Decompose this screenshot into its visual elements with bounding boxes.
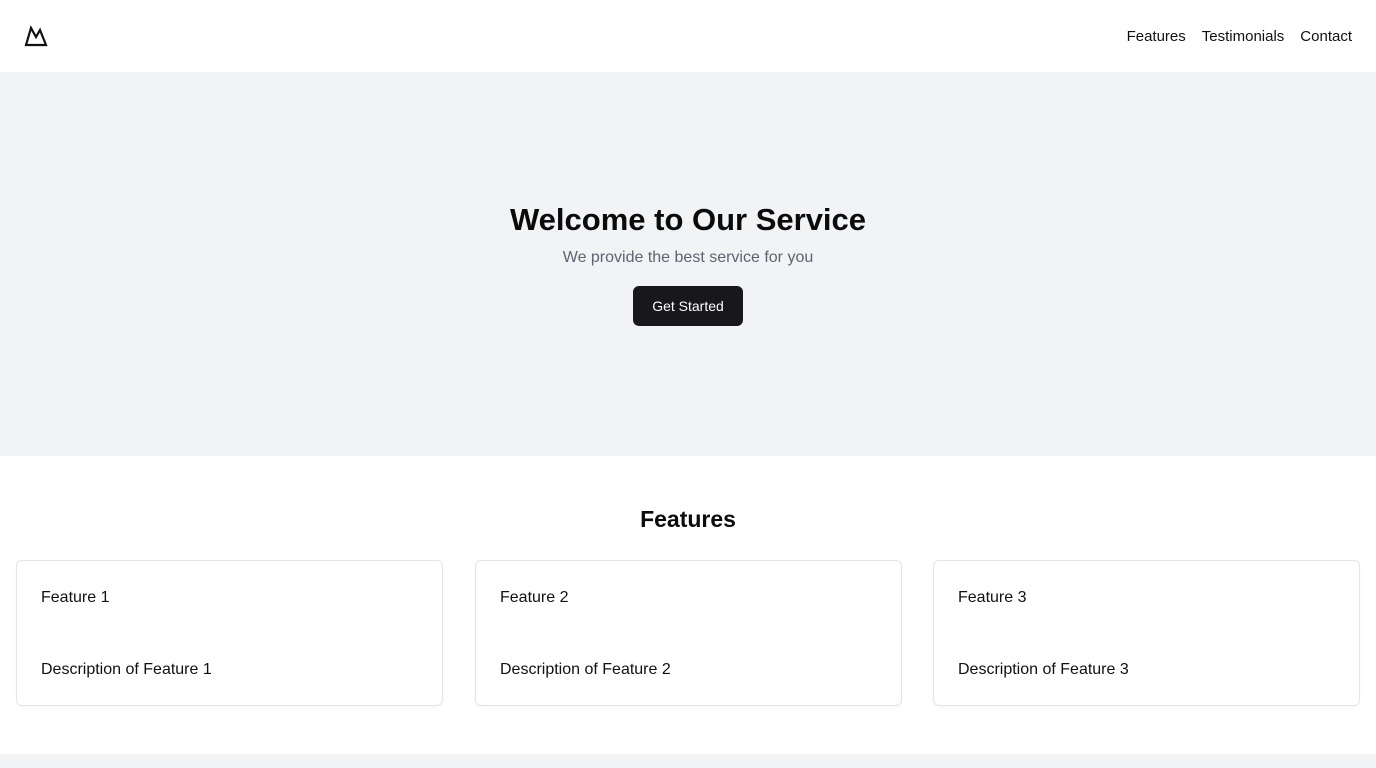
feature-card-description: Description of Feature 3: [958, 661, 1129, 678]
feature-card-description: Description of Feature 2: [500, 661, 671, 678]
nav-link-features[interactable]: Features: [1127, 27, 1186, 47]
feature-card-1: Feature 1 Description of Feature 1: [16, 560, 443, 706]
feature-card-title: Feature 3: [958, 589, 1027, 606]
feature-card-description: Description of Feature 1: [41, 661, 212, 678]
feature-card-title: Feature 2: [500, 589, 569, 606]
nav-link-contact[interactable]: Contact: [1300, 27, 1352, 47]
get-started-button[interactable]: Get Started: [633, 286, 743, 326]
site-header: Features Testimonials Contact: [0, 0, 1376, 72]
hero-section: Welcome to Our Service We provide the be…: [0, 72, 1376, 456]
mountain-logo-icon: [24, 25, 48, 47]
main-nav: Features Testimonials Contact: [1127, 27, 1352, 47]
hero-title: Welcome to Our Service: [509, 202, 867, 237]
feature-card-title: Feature 1: [41, 589, 110, 606]
features-title: Features: [640, 506, 736, 532]
footer-band: [0, 754, 1376, 768]
features-section: Features Feature 1 Description of Featur…: [0, 456, 1376, 754]
logo-link[interactable]: [24, 24, 48, 48]
nav-link-testimonials[interactable]: Testimonials: [1202, 27, 1285, 47]
feature-card-3: Feature 3 Description of Feature 3: [933, 560, 1360, 706]
feature-card-2: Feature 2 Description of Feature 2: [475, 560, 902, 706]
hero-subtitle: We provide the best service for you: [562, 249, 814, 266]
